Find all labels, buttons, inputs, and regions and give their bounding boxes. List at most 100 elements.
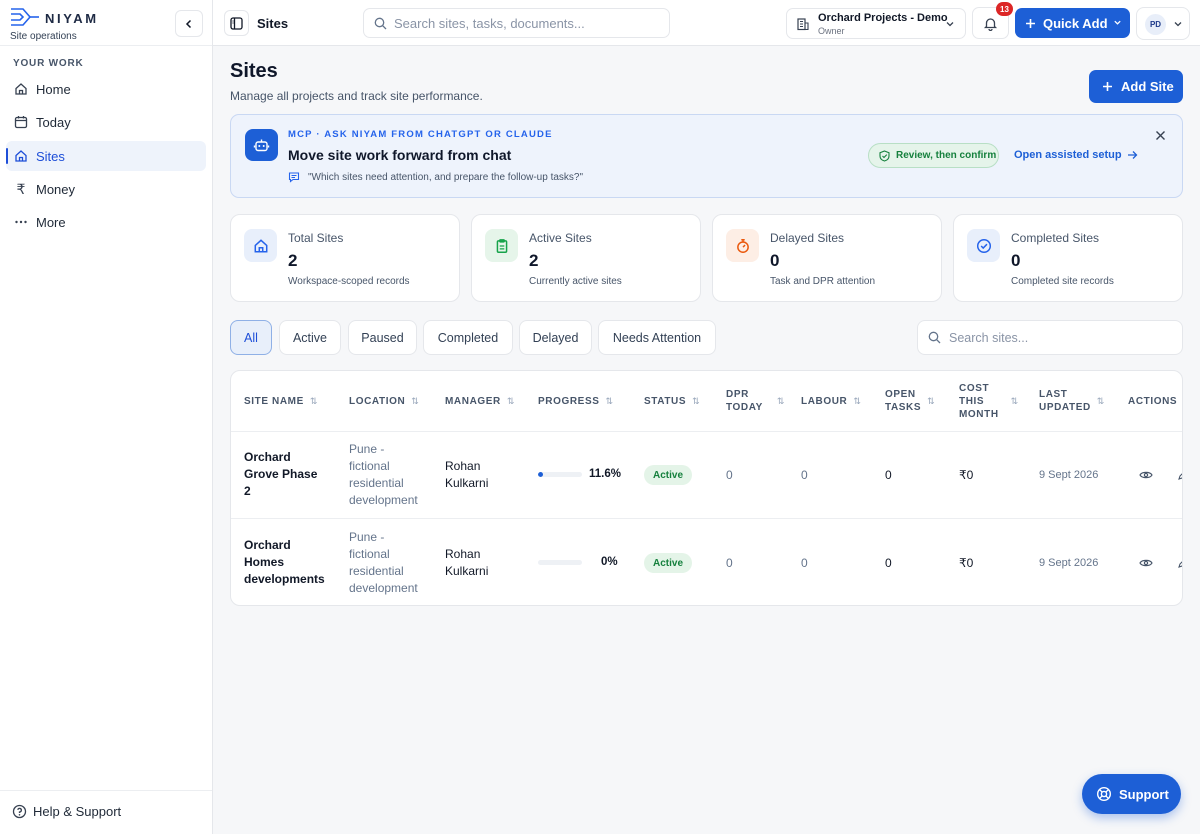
dpr-today-cell: 0 bbox=[726, 467, 733, 482]
sort-icon: ⇅ bbox=[605, 395, 614, 406]
stat-value: 2 bbox=[529, 251, 539, 270]
help-icon bbox=[12, 804, 27, 819]
chevron-down-icon bbox=[945, 19, 955, 29]
calendar-icon bbox=[13, 114, 29, 130]
column-header-labour[interactable]: LABOUR ⇅ bbox=[801, 371, 861, 431]
home-icon bbox=[244, 229, 277, 262]
filter-paused[interactable]: Paused bbox=[348, 320, 417, 355]
quick-add-button[interactable]: Quick Add bbox=[1015, 8, 1130, 38]
header-label-line: UPDATED bbox=[1039, 402, 1091, 413]
help-support-link[interactable]: Help & Support bbox=[12, 804, 121, 819]
filter-needs-attention[interactable]: Needs Attention bbox=[598, 320, 716, 355]
location-line: fictional bbox=[349, 458, 390, 473]
sidebar-item-today[interactable]: Today bbox=[6, 107, 206, 137]
user-menu[interactable]: PD bbox=[1136, 7, 1190, 40]
close-banner-icon[interactable] bbox=[1155, 130, 1166, 141]
header-label-line: MONTH bbox=[959, 408, 999, 420]
global-search-input[interactable] bbox=[394, 15, 654, 31]
brand[interactable]: NIYAM Site operations bbox=[10, 4, 200, 44]
collapse-sidebar-button[interactable] bbox=[175, 10, 203, 37]
eye-icon bbox=[1139, 470, 1153, 480]
open-assisted-setup-link[interactable]: Open assisted setup bbox=[1014, 149, 1138, 161]
more-icon bbox=[13, 214, 29, 230]
column-header-manager[interactable]: MANAGER ⇅ bbox=[445, 371, 514, 431]
mcp-headline: Move site work forward from chat bbox=[288, 147, 512, 163]
stat-card-completed-sites: Completed Sites 0 Completed site records bbox=[953, 214, 1183, 302]
plus-icon bbox=[1025, 18, 1036, 29]
sidebar-item-money[interactable]: ₹ Money bbox=[6, 174, 206, 204]
column-header-cost-this-month[interactable]: COST THIS MONTH ⇅ bbox=[959, 371, 1018, 431]
site-search-input[interactable] bbox=[949, 330, 1169, 345]
shield-check-icon bbox=[879, 149, 890, 162]
column-header-status[interactable]: STATUS ⇅ bbox=[644, 371, 700, 431]
help-support-label: Help & Support bbox=[33, 804, 122, 819]
column-header-last-updated[interactable]: LAST UPDATED ⇅ bbox=[1039, 371, 1104, 431]
site-name-cell[interactable]: Orchard Homes developments bbox=[244, 519, 325, 605]
view-site-button[interactable] bbox=[1139, 431, 1153, 518]
filter-all[interactable]: All bbox=[230, 320, 272, 355]
search-icon bbox=[928, 331, 941, 344]
location-cell: Pune - fictional residential development bbox=[349, 431, 418, 518]
brand-name: NIYAM bbox=[45, 11, 99, 26]
add-site-button[interactable]: Add Site bbox=[1089, 70, 1183, 103]
column-header-dpr-today[interactable]: DPR TODAY ⇅ bbox=[726, 371, 784, 431]
eye-icon bbox=[1139, 558, 1153, 568]
global-search[interactable] bbox=[363, 8, 670, 38]
open-tasks-cell: 0 bbox=[885, 467, 892, 482]
stat-note: Workspace-scoped records bbox=[288, 276, 410, 287]
filter-completed[interactable]: Completed bbox=[423, 320, 513, 355]
niyam-logo-icon bbox=[10, 6, 40, 28]
location-line: development bbox=[349, 580, 418, 595]
site-name-line: Homes bbox=[244, 555, 285, 569]
location-line: residential bbox=[349, 563, 404, 578]
sidebar-item-more[interactable]: More bbox=[6, 207, 206, 237]
header-label: LABOUR bbox=[801, 395, 848, 407]
last-updated-cell: 9 Sept 2026 bbox=[1039, 468, 1099, 481]
header-label: DPR TODAY bbox=[726, 388, 763, 414]
mcp-eyebrow: MCP · ASK NIYAM FROM CHATGPT OR CLAUDE bbox=[288, 129, 553, 140]
site-name-cell[interactable]: Orchard Grove Phase 2 bbox=[244, 431, 317, 518]
manager-line: Kulkarni bbox=[445, 475, 489, 490]
stat-card-active-sites: Active Sites 2 Currently active sites bbox=[471, 214, 701, 302]
location-line: Pune - bbox=[349, 529, 385, 544]
view-site-button[interactable] bbox=[1139, 519, 1153, 605]
site-name-line: Orchard bbox=[244, 450, 291, 464]
sidebar-item-label: Money bbox=[36, 181, 76, 197]
site-search[interactable] bbox=[917, 320, 1183, 355]
home-icon bbox=[13, 81, 29, 97]
progress-label: 0% bbox=[601, 556, 618, 568]
progress-fill bbox=[538, 472, 544, 477]
sidebar-item-sites[interactable]: Sites bbox=[6, 141, 206, 171]
sort-icon: ⇅ bbox=[1096, 395, 1105, 406]
column-header-location[interactable]: LOCATION ⇅ bbox=[349, 371, 419, 431]
support-button[interactable]: Support bbox=[1082, 774, 1181, 814]
filter-delayed[interactable]: Delayed bbox=[519, 320, 592, 355]
toggle-panel-button[interactable] bbox=[224, 10, 249, 36]
org-role: Owner bbox=[818, 26, 845, 36]
sidebar-panel-icon bbox=[230, 16, 243, 30]
edit-site-button[interactable] bbox=[1178, 431, 1182, 518]
assisted-setup-label: Open assisted setup bbox=[1014, 149, 1122, 161]
manager-cell: Rohan Kulkarni bbox=[445, 519, 488, 605]
sort-icon: ⇅ bbox=[309, 395, 318, 406]
review-confirm-label: Review, then confirm bbox=[896, 150, 997, 161]
column-header-open-tasks[interactable]: OPEN TASKS ⇅ bbox=[885, 371, 935, 431]
header-label-line: TODAY bbox=[726, 402, 763, 413]
progress-label: 11.6% bbox=[589, 468, 621, 480]
column-header-site-name[interactable]: SITE NAME ⇅ bbox=[244, 371, 317, 431]
column-header-progress[interactable]: PROGRESS ⇅ bbox=[538, 371, 613, 431]
edit-site-button[interactable] bbox=[1178, 519, 1182, 605]
header-label-line: DPR bbox=[726, 389, 749, 400]
header-label-line: LAST bbox=[1039, 389, 1068, 400]
filter-active[interactable]: Active bbox=[279, 320, 341, 355]
header-label: PROGRESS bbox=[538, 395, 600, 407]
sites-table: SITE NAME ⇅ LOCATION ⇅ MANAGER ⇅ PROGRESS ⇅ … bbox=[230, 370, 1183, 606]
sort-icon: ⇅ bbox=[853, 395, 861, 406]
plus-icon bbox=[1102, 81, 1113, 92]
mcp-quote-text: "Which sites need attention, and prepare… bbox=[308, 171, 584, 183]
chevron-left-icon bbox=[184, 19, 194, 29]
sidebar-item-label: Sites bbox=[36, 148, 65, 164]
sidebar-item-home[interactable]: Home bbox=[6, 74, 206, 104]
mcp-quote: "Which sites need attention, and prepare… bbox=[288, 171, 583, 183]
org-switcher[interactable]: Orchard Projects - Demo Owner bbox=[786, 8, 966, 39]
